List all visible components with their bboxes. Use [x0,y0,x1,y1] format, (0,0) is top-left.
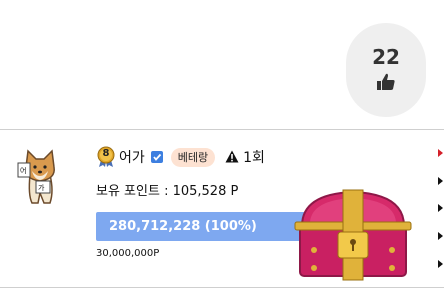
points-balance: 보유 포인트 : 105,528 P [96,184,239,199]
arrow-right-icon[interactable] [438,260,443,268]
username[interactable]: 어가 [119,147,145,167]
like-count: 22 [372,45,400,69]
arrow-right-icon[interactable] [438,232,443,240]
warning-count: 1회 [243,150,265,166]
verified-check-icon [150,151,163,163]
treasure-chest-icon[interactable] [292,186,414,286]
avatar: 어 가 [10,145,70,207]
divider-top [0,129,444,130]
level-number: 8 [102,148,110,159]
thumbs-up-icon [376,73,396,95]
rank-badge: 베테랑 [170,147,216,167]
level-badge: 8 [96,146,116,168]
warning-indicator: 1회 [225,147,265,167]
progress-target: 30,000,000P [96,248,160,259]
like-button[interactable]: 22 [346,23,426,117]
user-info-row: 8 어가 베테랑 1회 [96,146,265,168]
arrow-right-icon[interactable] [438,149,443,157]
svg-text:가: 가 [38,183,45,192]
warning-icon [225,148,239,167]
divider-bottom [0,287,444,288]
arrow-right-icon[interactable] [438,204,443,212]
arrow-right-icon[interactable] [438,177,443,185]
progress-label: 280,712,228 (100%) [109,219,257,234]
svg-text:어: 어 [20,166,26,175]
